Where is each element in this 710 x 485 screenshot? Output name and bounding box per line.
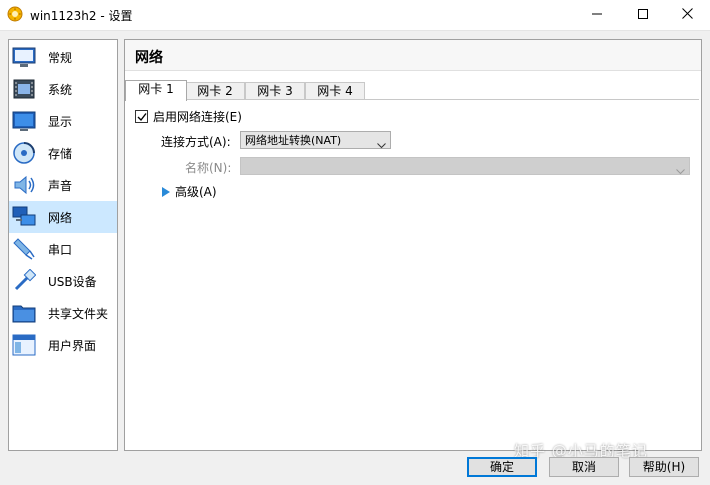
settings-window: win1123h2 - 设置 常规 系统 显示 存储 声音 网络 串口 USB设… — [0, 0, 710, 485]
usb-icon — [12, 269, 36, 293]
display-icon — [12, 109, 36, 133]
sidebar-item-audio[interactable]: 声音 — [9, 169, 117, 201]
name-label: 名称(N): — [185, 161, 232, 175]
network-icon — [12, 205, 36, 229]
cancel-button[interactable]: 取消 — [549, 457, 619, 477]
minimize-icon — [592, 8, 602, 22]
chevron-down-icon — [377, 137, 386, 155]
sidebar-item-usb[interactable]: USB设备 — [9, 265, 117, 297]
enable-network-label: 启用网络连接(E) — [153, 110, 242, 124]
page-header: 网络 — [125, 40, 701, 71]
title-bar[interactable]: win1123h2 - 设置 — [0, 0, 710, 31]
virtualbox-app-icon — [7, 6, 23, 22]
sidebar-item-storage[interactable]: 存储 — [9, 137, 117, 169]
tab-adapter-2[interactable]: 网卡 2 — [185, 82, 245, 100]
network-settings-panel: 网络 网卡 1 网卡 2 网卡 3 网卡 4 启用网络连接(E) 连接方式(A)… — [124, 39, 702, 451]
general-icon — [12, 45, 36, 69]
advanced-label: 高级(A) — [175, 185, 217, 199]
maximize-icon — [638, 8, 648, 22]
sidebar-item-network[interactable]: 网络 — [9, 201, 117, 233]
page-title: 网络 — [135, 50, 163, 66]
advanced-toggle[interactable]: 高级(A) — [162, 183, 217, 200]
expand-triangle-icon — [162, 186, 170, 197]
attached-to-label: 连接方式(A): — [161, 135, 231, 149]
audio-icon — [12, 173, 36, 197]
enable-network-row[interactable]: 启用网络连接(E) — [135, 108, 242, 125]
close-button[interactable] — [664, 0, 710, 30]
maximize-button[interactable] — [620, 0, 666, 30]
chevron-down-icon — [676, 163, 685, 181]
ok-button[interactable]: 确定 — [467, 457, 537, 477]
sidebar-item-display[interactable]: 显示 — [9, 105, 117, 137]
sidebar-item-serial-port[interactable]: 串口 — [9, 233, 117, 265]
shared-folder-icon — [12, 301, 36, 325]
tab-content-adapter-1: 启用网络连接(E) 连接方式(A): 网络地址转换(NAT) 名称(N): 高级… — [125, 99, 699, 449]
window-title: win1123h2 - 设置 — [30, 9, 133, 23]
sidebar-item-user-interface[interactable]: 用户界面 — [9, 329, 117, 361]
sidebar-item-system[interactable]: 系统 — [9, 73, 117, 105]
attached-to-select[interactable]: 网络地址转换(NAT) — [240, 131, 391, 149]
storage-icon — [12, 141, 36, 165]
settings-sidebar: 常规 系统 显示 存储 声音 网络 串口 USB设备 共享文件夹 用户界面 — [8, 39, 118, 451]
help-button[interactable]: 帮助(H) — [629, 457, 699, 477]
tab-adapter-3[interactable]: 网卡 3 — [245, 82, 305, 100]
checkmark-icon — [137, 112, 147, 121]
sidebar-item-shared-folders[interactable]: 共享文件夹 — [9, 297, 117, 329]
sidebar-item-general[interactable]: 常规 — [9, 41, 117, 73]
system-icon — [12, 77, 36, 101]
name-select[interactable] — [240, 157, 690, 175]
serial-port-icon — [12, 237, 36, 261]
minimize-button[interactable] — [574, 0, 620, 30]
tab-adapter-1[interactable]: 网卡 1 — [125, 80, 187, 101]
close-icon — [681, 8, 693, 22]
enable-network-checkbox[interactable] — [135, 110, 148, 123]
user-interface-icon — [12, 333, 36, 357]
tab-adapter-4[interactable]: 网卡 4 — [305, 82, 365, 100]
